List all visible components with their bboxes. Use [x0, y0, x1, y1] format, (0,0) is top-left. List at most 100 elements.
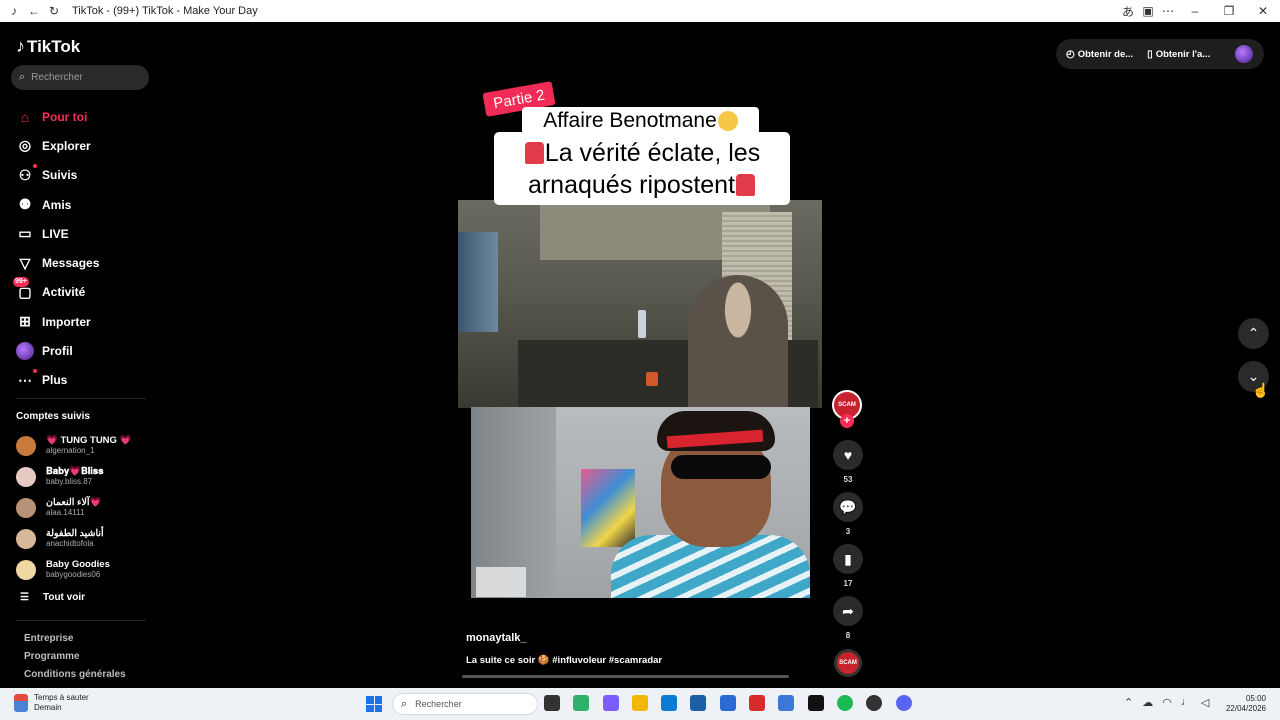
nav-item-friends[interactable]: ⚉ Amis — [0, 190, 160, 219]
messages-icon: ▽ — [19, 254, 31, 271]
back-icon[interactable]: ← — [24, 0, 44, 22]
task-view-icon[interactable] — [544, 695, 560, 711]
app-icon[interactable] — [573, 695, 590, 711]
search-input[interactable]: ⌕ Rechercher — [11, 65, 149, 90]
comment-count: 3 — [845, 527, 851, 536]
mouse-cursor-icon: ☝ — [1252, 382, 1270, 398]
store-icon[interactable] — [690, 695, 707, 711]
video-progress-bar[interactable] — [462, 675, 789, 678]
home-icon: ⌂ — [20, 108, 30, 125]
app-icon[interactable] — [719, 695, 736, 711]
taskbar-apps — [544, 695, 925, 711]
top-right-bar: ◴ Obtenir de... ▯ Obtenir l'a... — [1056, 39, 1264, 69]
close-button[interactable]: ✕ — [1246, 4, 1280, 18]
spotify-icon[interactable] — [836, 695, 853, 711]
app-icon[interactable]: ▣ — [1138, 0, 1158, 22]
nav-item-following[interactable]: ⚇ Suivis — [0, 161, 160, 190]
footer-links: Entreprise Programme Conditions générale… — [24, 633, 126, 687]
tiktok-note-icon: ♪ — [16, 36, 25, 56]
following-section-title: Comptes suivis — [16, 411, 90, 422]
tiktok-icon[interactable] — [807, 695, 824, 711]
follow-plus-icon[interactable]: + — [840, 414, 854, 428]
menu-icon[interactable]: ⋯ — [1158, 0, 1178, 22]
notification-dot — [33, 369, 37, 374]
discord-icon[interactable] — [895, 695, 912, 711]
file-explorer-icon[interactable] — [631, 695, 648, 711]
like-button[interactable]: ♥ — [833, 440, 863, 470]
followed-account[interactable]: Baby Goodies babygoodies06 — [16, 554, 156, 585]
video-frame-top[interactable] — [458, 200, 822, 408]
nav-item-activity[interactable]: ▢ 99+ Activité — [0, 277, 160, 307]
video-cup — [646, 372, 658, 386]
video-frame-bottom[interactable] — [471, 407, 810, 598]
tiktok-logo[interactable]: ♪ TikTok — [16, 36, 80, 57]
wifi-icon[interactable]: ◠ — [1162, 696, 1172, 709]
followed-account[interactable]: 𝐁𝐚𝐛𝐲💗𝐁𝐥𝐢𝐬𝐬 baby.bliss.87 — [16, 461, 156, 492]
user-avatar[interactable] — [1235, 45, 1253, 63]
followed-account[interactable]: أناشيد الطفولة anachidtofola — [16, 523, 156, 554]
compass-icon: ◎ — [18, 137, 32, 154]
notification-dot — [33, 164, 37, 169]
chevron-up-icon[interactable]: ⌃ — [1124, 696, 1133, 709]
save-button[interactable]: ▮ — [833, 544, 863, 574]
nav-item-profile[interactable]: Profil — [0, 336, 160, 365]
antivirus-icon[interactable] — [749, 695, 766, 711]
sidebar-divider — [16, 398, 146, 399]
footer-link[interactable]: Programme — [24, 651, 126, 669]
reload-icon[interactable]: ↻ — [44, 0, 64, 22]
get-coins-button[interactable]: ◴ Obtenir de... — [1066, 49, 1133, 60]
mic-icon[interactable]: ♩ — [1181, 696, 1192, 709]
video-window — [458, 232, 498, 332]
video-overlay-title-2: La vérité éclate, les arnaqués ripostent — [494, 132, 790, 205]
cloud-icon[interactable]: ☁ — [1142, 696, 1153, 709]
share-button[interactable]: ➦ — [833, 596, 863, 626]
start-button[interactable] — [366, 696, 382, 712]
video-shelf — [476, 567, 526, 597]
volume-icon[interactable]: ◁ — [1201, 696, 1209, 709]
copilot-icon[interactable] — [602, 695, 619, 711]
following-icon: ⚇ — [16, 164, 37, 184]
video-author[interactable]: monaytalk_ — [466, 632, 527, 644]
followed-account[interactable]: آلاء النعمان💗 alaa.14111 — [16, 492, 156, 523]
nav-item-messages[interactable]: ▽ Messages — [0, 248, 160, 277]
search-placeholder: Rechercher — [31, 72, 83, 83]
windows-taskbar: Temps à sauter Demain ⌕ Rechercher ⌃ ☁ ◠… — [0, 688, 1280, 720]
edge-icon[interactable] — [661, 695, 678, 711]
tiktok-favicon-icon: ♪ — [11, 4, 17, 18]
nav-item-more[interactable]: ⋯ Plus — [0, 366, 160, 395]
footer-link[interactable]: Entreprise — [24, 633, 126, 651]
app-icon[interactable] — [778, 695, 795, 711]
account-avatar — [16, 559, 36, 580]
translate-icon[interactable]: あ — [1118, 0, 1138, 22]
taskbar-clock[interactable]: 05:00 22/04/2026 — [1220, 694, 1266, 714]
comment-icon: 💬 — [839, 498, 857, 515]
taskbar-search[interactable]: ⌕ Rechercher — [392, 693, 538, 715]
nav-item-explore[interactable]: ◎ Explorer — [0, 131, 160, 160]
nav-item-live[interactable]: ▭ LIVE — [0, 219, 160, 248]
maximize-button[interactable]: ❐ — [1212, 4, 1246, 18]
music-disc[interactable]: SCAM — [834, 649, 862, 677]
followed-account[interactable]: 💗 TUNG TUNG 💗 algernation_1 — [16, 430, 156, 461]
heart-icon: ♥ — [843, 447, 853, 463]
scared-emoji-icon — [717, 111, 738, 131]
footer-link[interactable]: Conditions générales — [24, 669, 126, 687]
comment-button[interactable]: 💬 — [833, 492, 863, 522]
activity-badge: 99+ — [13, 277, 29, 288]
save-count: 17 — [843, 579, 853, 588]
following-list: 💗 TUNG TUNG 💗 algernation_1 𝐁𝐚𝐛𝐲💗𝐁𝐥𝐢𝐬𝐬 bab… — [16, 430, 156, 585]
video-sunglasses — [671, 455, 771, 479]
minimize-button[interactable]: – — [1178, 4, 1212, 18]
nav-item-upload[interactable]: ⊞ Importer — [0, 307, 160, 336]
video-poster — [581, 469, 635, 547]
weather-widget[interactable]: Temps à sauter Demain — [14, 693, 89, 713]
siren-emoji-icon — [524, 142, 544, 164]
get-app-button[interactable]: ▯ Obtenir l'a... — [1147, 49, 1210, 60]
browser-title-bar: ♪ ← ↻ TikTok - (99+) TikTok - Make Your … — [0, 0, 1280, 22]
more-icon: ⋯ — [16, 369, 37, 389]
see-all-link[interactable]: ☰ Tout voir — [20, 592, 85, 603]
app-icon[interactable] — [866, 695, 883, 711]
previous-video-button[interactable]: ⌃ — [1238, 318, 1269, 349]
nav-item-for-you[interactable]: ⌂ Pour toi — [0, 102, 160, 131]
account-avatar — [16, 466, 36, 487]
friends-icon: ⚉ — [18, 196, 32, 213]
